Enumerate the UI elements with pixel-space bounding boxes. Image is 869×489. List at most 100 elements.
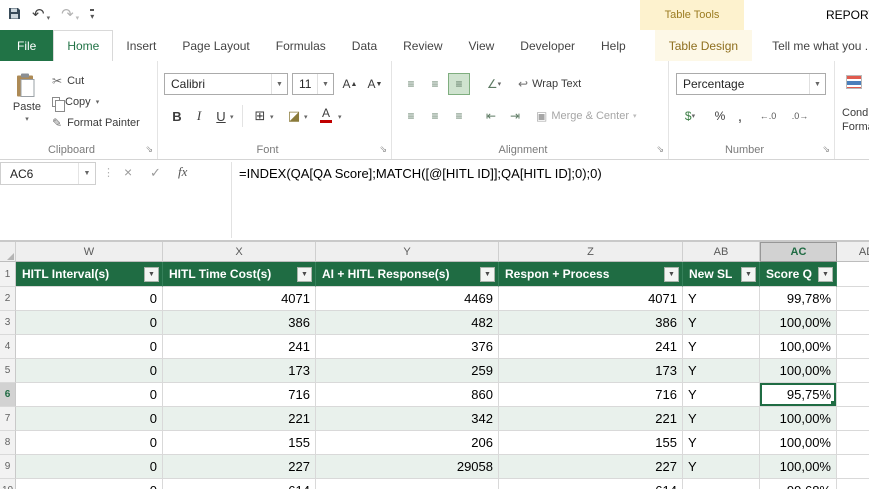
align-left-button[interactable]: ≡	[400, 105, 422, 127]
format-painter-button[interactable]: ✎ Format Painter	[52, 112, 140, 133]
table-header-ab[interactable]: New SL ▼	[683, 262, 760, 287]
cancel-button[interactable]: ×	[124, 164, 132, 180]
cell-Y8[interactable]: 206	[316, 431, 499, 455]
font-size-combobox[interactable]: 11 ▼	[292, 73, 334, 95]
cell-Y3[interactable]: 482	[316, 311, 499, 335]
cell-Z4[interactable]: 241	[499, 335, 683, 359]
top-align-button[interactable]: ≡	[400, 73, 422, 95]
tab-table-design[interactable]: Table Design	[654, 30, 753, 61]
cell-X3[interactable]: 386	[163, 311, 316, 335]
cell-outside-table[interactable]	[837, 479, 869, 489]
column-header-z[interactable]: Z	[499, 242, 683, 262]
orientation-button[interactable]: ∠ ▾	[480, 73, 508, 95]
row-number-2[interactable]: 2	[0, 287, 16, 311]
row-number-1[interactable]: 1	[0, 262, 16, 287]
insert-function-button[interactable]: fx	[178, 164, 187, 180]
filter-button[interactable]: ▼	[818, 266, 833, 282]
copy-button[interactable]: Copy ▾	[52, 91, 140, 112]
cell-AB7[interactable]: Y	[683, 407, 760, 431]
cell-AB6[interactable]: Y	[683, 383, 760, 407]
filter-button[interactable]: ▼	[480, 266, 495, 282]
font-dialog-launcher[interactable]: ⇘	[379, 144, 387, 155]
bottom-align-button[interactable]: ≡	[448, 73, 470, 95]
cell-AC3[interactable]: 100,00%	[760, 311, 837, 335]
number-format-combobox[interactable]: Percentage ▼	[676, 73, 826, 95]
cell-AB2[interactable]: Y	[683, 287, 760, 311]
increase-decimal-button[interactable]: ←.0	[755, 105, 781, 127]
paste-button[interactable]: Paste ▾	[5, 69, 49, 149]
filter-button[interactable]: ▼	[664, 266, 679, 282]
tab-insert[interactable]: Insert	[113, 30, 169, 61]
cell-Z9[interactable]: 227	[499, 455, 683, 479]
cell-AC4[interactable]: 100,00%	[760, 335, 837, 359]
cell-Y5[interactable]: 259	[316, 359, 499, 383]
column-header-y[interactable]: Y	[316, 242, 499, 262]
cell-AB8[interactable]: Y	[683, 431, 760, 455]
cell-W9[interactable]: 0	[16, 455, 163, 479]
cell-Z6[interactable]: 716	[499, 383, 683, 407]
cut-button[interactable]: ✂ Cut	[52, 70, 140, 91]
filter-button[interactable]: ▼	[741, 266, 756, 282]
row-number-4[interactable]: 4	[0, 335, 16, 359]
cell-outside-table[interactable]	[837, 311, 869, 335]
underline-button[interactable]: U	[210, 105, 232, 127]
font-name-combobox[interactable]: Calibri ▼	[164, 73, 288, 95]
column-header-ab[interactable]: AB	[683, 242, 760, 262]
increase-indent-button[interactable]: ⇥	[504, 105, 526, 127]
cell-X9[interactable]: 227	[163, 455, 316, 479]
cell-Z3[interactable]: 386	[499, 311, 683, 335]
cell-AC8[interactable]: 100,00%	[760, 431, 837, 455]
tab-data[interactable]: Data	[339, 30, 390, 61]
alignment-dialog-launcher[interactable]: ⇘	[656, 144, 664, 155]
cell-Y7[interactable]: 342	[316, 407, 499, 431]
cell-X10[interactable]: 614	[163, 479, 316, 489]
cell-W2[interactable]: 0	[16, 287, 163, 311]
cell-W6[interactable]: 0	[16, 383, 163, 407]
cell-AC10[interactable]: 99,68%	[760, 479, 837, 489]
cell-outside-table[interactable]	[837, 455, 869, 479]
column-header-w[interactable]: W	[16, 242, 163, 262]
cell-outside-table[interactable]	[837, 383, 869, 407]
cell-W7[interactable]: 0	[16, 407, 163, 431]
cell-X2[interactable]: 4071	[163, 287, 316, 311]
tab-help[interactable]: Help	[588, 30, 639, 61]
middle-align-button[interactable]: ≡	[424, 73, 446, 95]
cell-AC9[interactable]: 100,00%	[760, 455, 837, 479]
filter-button[interactable]: ▼	[144, 266, 159, 282]
cell-Y2[interactable]: 4469	[316, 287, 499, 311]
cell-outside-table[interactable]	[837, 287, 869, 311]
name-box[interactable]: AC6 ▼	[0, 162, 96, 185]
italic-button[interactable]: I	[188, 105, 210, 127]
table-header-z[interactable]: Respon + Process ▼	[499, 262, 683, 287]
cell-Y9[interactable]: 29058	[316, 455, 499, 479]
row-number-9[interactable]: 9	[0, 455, 16, 479]
cell-Y10[interactable]	[316, 479, 499, 489]
cell-AB10[interactable]	[683, 479, 760, 489]
column-header-x[interactable]: X	[163, 242, 316, 262]
cell-Y4[interactable]: 376	[316, 335, 499, 359]
customize-quick-access-button[interactable]: ▾	[90, 9, 95, 21]
cell-X6[interactable]: 716	[163, 383, 316, 407]
font-color-button[interactable]: A	[318, 104, 334, 126]
formula-input[interactable]: =INDEX(QA[QA Score];MATCH([@[HITL ID]];Q…	[239, 166, 865, 181]
table-header-y[interactable]: AI + HITL Response(s) ▼	[316, 262, 499, 287]
cell-Y6[interactable]: 860	[316, 383, 499, 407]
cell-W3[interactable]: 0	[16, 311, 163, 335]
cell-outside-table[interactable]	[837, 407, 869, 431]
row-number-8[interactable]: 8	[0, 431, 16, 455]
cell-outside-table[interactable]	[837, 335, 869, 359]
tab-view[interactable]: View	[456, 30, 508, 61]
borders-button[interactable]: ⊞	[250, 105, 270, 127]
enter-button[interactable]: ✓	[150, 165, 161, 181]
cell-outside-table[interactable]	[837, 262, 869, 287]
table-header-x[interactable]: HITL Time Cost(s) ▼	[163, 262, 316, 287]
table-header-ac[interactable]: Score Q ▼	[760, 262, 837, 287]
decrease-decimal-button[interactable]: .0→	[787, 105, 813, 127]
cell-Z5[interactable]: 173	[499, 359, 683, 383]
cell-AC6[interactable]: 95,75%	[760, 383, 837, 407]
cell-Z2[interactable]: 4071	[499, 287, 683, 311]
tab-file[interactable]: File	[0, 30, 54, 61]
cell-outside-table[interactable]	[837, 431, 869, 455]
row-number-6[interactable]: 6	[0, 383, 16, 407]
filter-button[interactable]: ▼	[297, 266, 312, 282]
